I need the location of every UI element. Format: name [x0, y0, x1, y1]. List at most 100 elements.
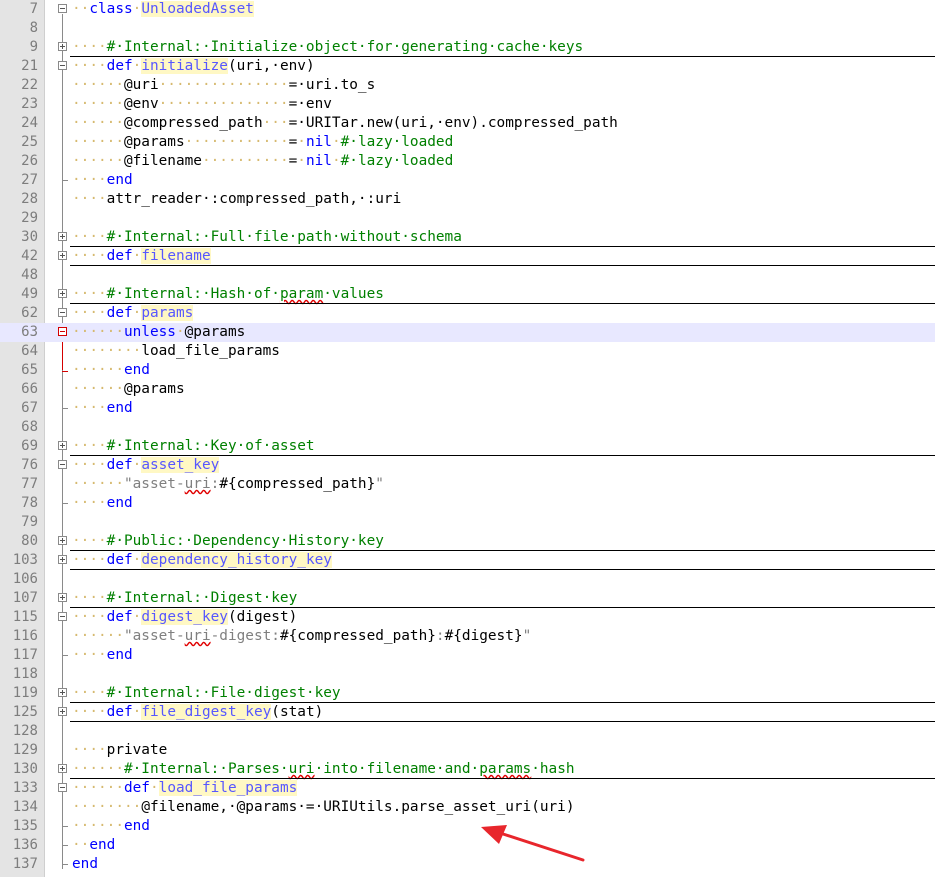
fold-expand-icon[interactable] [58, 593, 67, 602]
code-line[interactable]: 62 ····def·params [0, 304, 935, 323]
fold-collapse-icon[interactable] [58, 4, 67, 13]
code-line[interactable]: 9 ····#·Internal:·Initialize·object·for·g… [0, 38, 935, 57]
code-line[interactable]: 69 ····#·Internal:·Key·of·asset [0, 437, 935, 456]
code-line[interactable]: 68 [0, 418, 935, 437]
code-text[interactable]: ······#·Internal:·Parses·uri·into·filena… [72, 760, 575, 779]
code-text[interactable]: ····#·Internal:·Initialize·object·for·ge… [72, 38, 583, 57]
code-line[interactable]: 129 ····private [0, 741, 935, 760]
code-line[interactable]: 7 ··class·UnloadedAsset [0, 0, 935, 19]
code-text[interactable]: ········@filename,·@params·=·URIUtils.pa… [72, 798, 575, 817]
code-line[interactable]: 48 [0, 266, 935, 285]
code-line[interactable]: 23 ······@env···············=·env [0, 95, 935, 114]
code-line[interactable]: 67 ····end [0, 399, 935, 418]
code-line[interactable]: 64 ········load_file_params [0, 342, 935, 361]
code-line[interactable]: 65 ······end [0, 361, 935, 380]
code-text[interactable]: ····def·digest_key(digest) [72, 608, 297, 627]
code-line[interactable]: 49 ····#·Internal:·Hash·of·param·values [0, 285, 935, 304]
code-text[interactable]: ······@params············=·nil·#·lazy·lo… [72, 133, 453, 152]
fold-collapse-icon[interactable] [58, 783, 67, 792]
code-text[interactable]: ······unless·@params [72, 323, 245, 342]
code-text[interactable]: ····end [72, 494, 133, 513]
code-text[interactable]: ······@filename··········=·nil·#·lazy·lo… [72, 152, 453, 171]
code-line[interactable]: 118 [0, 665, 935, 684]
code-line[interactable]: 21 ····def·initialize(uri,·env) [0, 57, 935, 76]
code-line[interactable]: 28 ····attr_reader·:compressed_path,·:uri [0, 190, 935, 209]
code-line[interactable]: 133 ······def·load_file_params [0, 779, 935, 798]
code-text[interactable]: ····#·Internal:·Key·of·asset [72, 437, 315, 456]
fold-expand-icon[interactable] [58, 289, 67, 298]
code-text[interactable]: end [72, 855, 98, 874]
fold-expand-icon[interactable] [58, 232, 67, 241]
code-line[interactable]: 136 ··end [0, 836, 935, 855]
code-text[interactable]: ······@uri···············=·uri.to_s [72, 76, 375, 95]
code-text[interactable]: ······"asset-uri:#{compressed_path}" [72, 475, 384, 494]
code-line[interactable]: 115 ····def·digest_key(digest) [0, 608, 935, 627]
code-line[interactable]: 29 [0, 209, 935, 228]
code-line[interactable]: 27 ····end [0, 171, 935, 190]
code-text[interactable]: ····def·params [72, 304, 194, 323]
code-text[interactable]: ········load_file_params [72, 342, 280, 361]
fold-expand-icon[interactable] [58, 688, 67, 697]
code-text[interactable]: ····#·Internal:·Full·file·path·without·s… [72, 228, 462, 247]
code-line[interactable]: 76 ····def·asset_key [0, 456, 935, 475]
code-text[interactable]: ······def·load_file_params [72, 779, 298, 798]
code-text[interactable]: ····def·asset_key [72, 456, 220, 475]
fold-expand-icon[interactable] [58, 251, 67, 260]
code-line[interactable]: 78 ····end [0, 494, 935, 513]
fold-collapse-icon[interactable] [58, 61, 67, 70]
code-line[interactable]: 77 ······"asset-uri:#{compressed_path}" [0, 475, 935, 494]
code-text[interactable]: ····def·file_digest_key(stat) [72, 703, 323, 722]
code-line[interactable]: 8 [0, 19, 935, 38]
fold-collapse-icon[interactable] [58, 327, 67, 336]
fold-expand-icon[interactable] [58, 536, 67, 545]
code-line[interactable]: 107 ····#·Internal:·Digest·key [0, 589, 935, 608]
fold-expand-icon[interactable] [58, 764, 67, 773]
code-line[interactable]: 103 ····def·dependency_history_key [0, 551, 935, 570]
code-text[interactable]: ··end [72, 836, 115, 855]
code-line[interactable]: 25 ······@params············=·nil·#·lazy·… [0, 133, 935, 152]
code-text[interactable]: ······"asset-uri-digest:#{compressed_pat… [72, 627, 531, 646]
code-line[interactable]: 119 ····#·Internal:·File·digest·key [0, 684, 935, 703]
code-line[interactable]: 135 ······end [0, 817, 935, 836]
code-line[interactable]: 137 end [0, 855, 935, 874]
code-text[interactable]: ······@env···············=·env [72, 95, 332, 114]
code-text[interactable]: ······@params [72, 380, 185, 399]
code-text[interactable]: ····def·dependency_history_key [72, 551, 332, 570]
code-editor[interactable]: 7 ··class·UnloadedAsset 8 9 ····#·Internal:·… [0, 0, 935, 877]
code-line[interactable]: 26 ······@filename··········=·nil·#·lazy·… [0, 152, 935, 171]
code-line[interactable]: 66 ······@params [0, 380, 935, 399]
fold-collapse-icon[interactable] [58, 612, 67, 621]
code-line[interactable]: 116 ······"asset-uri-digest:#{compressed_… [0, 627, 935, 646]
code-line[interactable]: 106 [0, 570, 935, 589]
code-text[interactable]: ····private [72, 741, 167, 760]
fold-expand-icon[interactable] [58, 555, 67, 564]
code-text[interactable]: ····end [72, 171, 133, 190]
code-line[interactable]: 130 ······#·Internal:·Parses·uri·into·fil… [0, 760, 935, 779]
code-text[interactable]: ····#·Internal:·File·digest·key [72, 684, 341, 703]
code-text[interactable]: ····def·filename [72, 247, 211, 266]
fold-expand-icon[interactable] [58, 42, 67, 51]
code-text[interactable]: ····#·Public:·Dependency·History·key [72, 532, 384, 551]
code-line[interactable]: 80 ····#·Public:·Dependency·History·key [0, 532, 935, 551]
code-text[interactable]: ······end [72, 361, 150, 380]
code-line[interactable]: 30 ····#·Internal:·Full·file·path·without… [0, 228, 935, 247]
code-text[interactable]: ··class·UnloadedAsset [72, 0, 254, 19]
code-line[interactable]: 117 ····end [0, 646, 935, 665]
code-text[interactable]: ····def·initialize(uri,·env) [72, 57, 315, 76]
code-text[interactable]: ····end [72, 399, 133, 418]
code-line[interactable]: 22 ······@uri···············=·uri.to_s [0, 76, 935, 95]
fold-expand-icon[interactable] [58, 707, 67, 716]
fold-collapse-icon[interactable] [58, 308, 67, 317]
code-text[interactable]: ····attr_reader·:compressed_path,·:uri [72, 190, 401, 209]
code-text[interactable]: ······@compressed_path···=·URITar.new(ur… [72, 114, 618, 133]
fold-expand-icon[interactable] [58, 441, 67, 450]
fold-collapse-icon[interactable] [58, 460, 67, 469]
code-line[interactable]: 128 [0, 722, 935, 741]
code-line[interactable]: 134 ········@filename,·@params·=·URIUtils… [0, 798, 935, 817]
code-text[interactable]: ····#·Internal:·Digest·key [72, 589, 297, 608]
code-line[interactable]: 24 ······@compressed_path···=·URITar.new(… [0, 114, 935, 133]
code-text[interactable]: ····#·Internal:·Hash·of·param·values [72, 285, 384, 304]
code-line[interactable]: 79 [0, 513, 935, 532]
code-line[interactable]: 42 ····def·filename [0, 247, 935, 266]
code-line[interactable]: 125 ····def·file_digest_key(stat) [0, 703, 935, 722]
